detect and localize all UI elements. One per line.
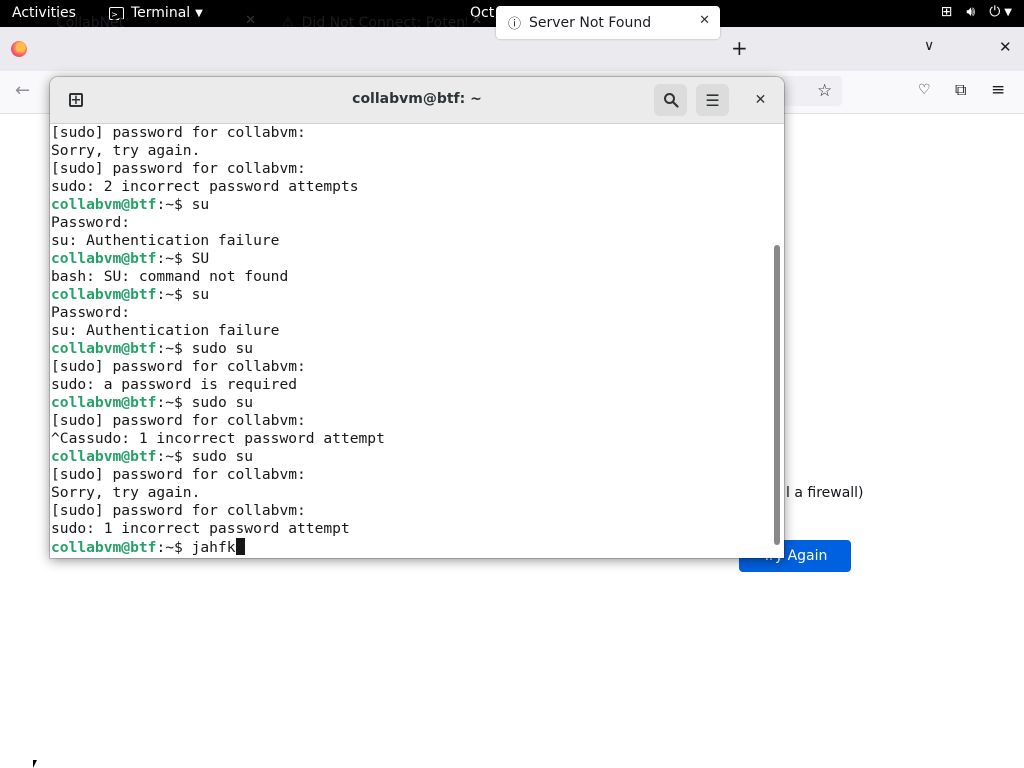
network-icon: ⊞ xyxy=(940,4,953,20)
warning-icon: ⚠ xyxy=(282,15,294,30)
terminal-output-line: [sudo] password for collabvm: xyxy=(51,124,306,141)
tab-close-icon[interactable]: ✕ xyxy=(471,13,482,28)
command-text: sudo su xyxy=(191,340,254,357)
browser-tab-active[interactable]: ⓘ Server Not Found ✕ xyxy=(496,6,720,39)
terminal-prompt-line: collabvm@btf:~$ su xyxy=(51,196,773,214)
terminal-output-line: su: Authentication failure xyxy=(51,322,280,339)
firefox-logo-icon[interactable] xyxy=(11,41,27,57)
new-tab-plus-icon[interactable]: + xyxy=(731,36,748,60)
command-text: SU xyxy=(191,250,210,267)
extensions-icon[interactable]: ⧉ xyxy=(955,80,966,100)
terminal-output-line: Sorry, try again. xyxy=(51,142,201,159)
text-cursor xyxy=(235,538,245,555)
terminal-output-line: Sorry, try again. xyxy=(51,484,201,501)
terminal-prompt-line: collabvm@btf:~$ jahfk xyxy=(51,538,773,556)
tab-title: Did Not Connect: Potenti xyxy=(301,14,467,31)
terminal-output-line: Password: xyxy=(51,214,131,231)
terminal-output-line: [sudo] password for collabvm: xyxy=(51,466,306,483)
terminal-prompt-line: collabvm@btf:~$ sudo su xyxy=(51,394,773,412)
prompt-suffix: :~$ xyxy=(156,250,192,267)
system-menu-chevron-icon: ▼ xyxy=(1004,6,1012,18)
terminal-output-line: su: Authentication failure xyxy=(51,232,280,249)
prompt-user-host: collabvm@btf xyxy=(51,394,157,411)
terminal-prompt-line: collabvm@btf:~$ sudo su xyxy=(51,448,773,466)
system-tray[interactable]: ⊞ 🔊︎ ⏻ ▼ xyxy=(941,4,1012,20)
prompt-suffix: :~$ xyxy=(156,394,192,411)
terminal-output-line: sudo: a password is required xyxy=(51,376,298,393)
terminal-output-line: sudo: 2 incorrect password attempts xyxy=(51,178,359,195)
volume-icon: 🔊︎ xyxy=(966,4,976,20)
back-arrow-icon[interactable]: ← xyxy=(15,80,30,101)
command-text: su xyxy=(191,196,210,213)
error-page-text: l a firewall) xyxy=(786,485,864,501)
terminal-prompt-line: collabvm@btf:~$ su xyxy=(51,286,773,304)
tab-title: CollabNet xyxy=(56,14,125,31)
terminal-window[interactable]: + collabvm@btf: ~ ☰ ✕ [sudo] password fo… xyxy=(50,77,784,558)
prompt-suffix: :~$ xyxy=(156,539,192,556)
prompt-user-host: collabvm@btf xyxy=(51,196,157,213)
pocket-icon[interactable]: ♡ xyxy=(918,82,931,98)
prompt-suffix: :~$ xyxy=(156,196,192,213)
url-bar[interactable] xyxy=(780,76,842,106)
prompt-suffix: :~$ xyxy=(156,448,192,465)
terminal-output[interactable]: [sudo] password for collabvm: Sorry, try … xyxy=(51,124,773,558)
search-icon xyxy=(663,93,679,108)
hamburger-menu-icon[interactable]: ≡ xyxy=(991,80,1005,100)
terminal-output-line: [sudo] password for collabvm: xyxy=(51,160,306,177)
command-text: su xyxy=(191,286,210,303)
info-icon: ⓘ xyxy=(508,17,522,32)
terminal-prompt-line: collabvm@btf:~$ sudo su xyxy=(51,340,773,358)
scrollbar[interactable] xyxy=(774,245,780,545)
terminal-output-line: [sudo] password for collabvm: xyxy=(51,358,306,375)
mouse-pointer-icon xyxy=(33,760,37,768)
close-button[interactable]: ✕ xyxy=(744,84,777,116)
terminal-headerbar[interactable]: + collabvm@btf: ~ ☰ ✕ xyxy=(50,77,784,124)
prompt-user-host: collabvm@btf xyxy=(51,286,157,303)
prompt-user-host: collabvm@btf xyxy=(51,539,157,556)
window-close-icon[interactable]: ✕ xyxy=(999,38,1012,56)
prompt-user-host: collabvm@btf xyxy=(51,340,157,357)
tab-title: Server Not Found xyxy=(529,14,652,31)
tab-close-icon[interactable]: ✕ xyxy=(245,13,256,28)
search-button[interactable] xyxy=(654,84,687,116)
command-text: sudo su xyxy=(191,394,254,411)
prompt-user-host: collabvm@btf xyxy=(51,250,157,267)
tab-close-icon[interactable]: ✕ xyxy=(699,13,710,28)
terminal-output-line: [sudo] password for collabvm: xyxy=(51,502,306,519)
command-text: sudo su xyxy=(191,448,254,465)
terminal-output-line: ^Cassudo: 1 incorrect password attempt xyxy=(51,430,385,447)
browser-tab[interactable]: ⚠ Did Not Connect: Potenti ✕ xyxy=(270,6,492,39)
prompt-user-host: collabvm@btf xyxy=(51,448,157,465)
terminal-output-line: [sudo] password for collabvm: xyxy=(51,412,306,429)
tab-list-chevron-icon[interactable]: ∨ xyxy=(924,38,934,54)
terminal-output-line: bash: SU: command not found xyxy=(51,268,289,285)
terminal-output-line: sudo: 1 incorrect password attempt xyxy=(51,520,350,537)
terminal-prompt-line: collabvm@btf:~$ SU xyxy=(51,250,773,268)
prompt-suffix: :~$ xyxy=(156,340,192,357)
browser-tab[interactable]: CollabNet ✕ xyxy=(44,6,266,39)
terminal-output-line: Password: xyxy=(51,304,131,321)
power-icon: ⏻ xyxy=(989,4,1001,20)
close-icon: ✕ xyxy=(754,92,767,108)
hamburger-icon: ☰ xyxy=(705,90,720,110)
command-text: jahfk xyxy=(191,539,236,556)
bookmark-star-icon[interactable]: ☆ xyxy=(817,81,832,101)
menu-button[interactable]: ☰ xyxy=(696,84,729,116)
prompt-suffix: :~$ xyxy=(156,286,192,303)
